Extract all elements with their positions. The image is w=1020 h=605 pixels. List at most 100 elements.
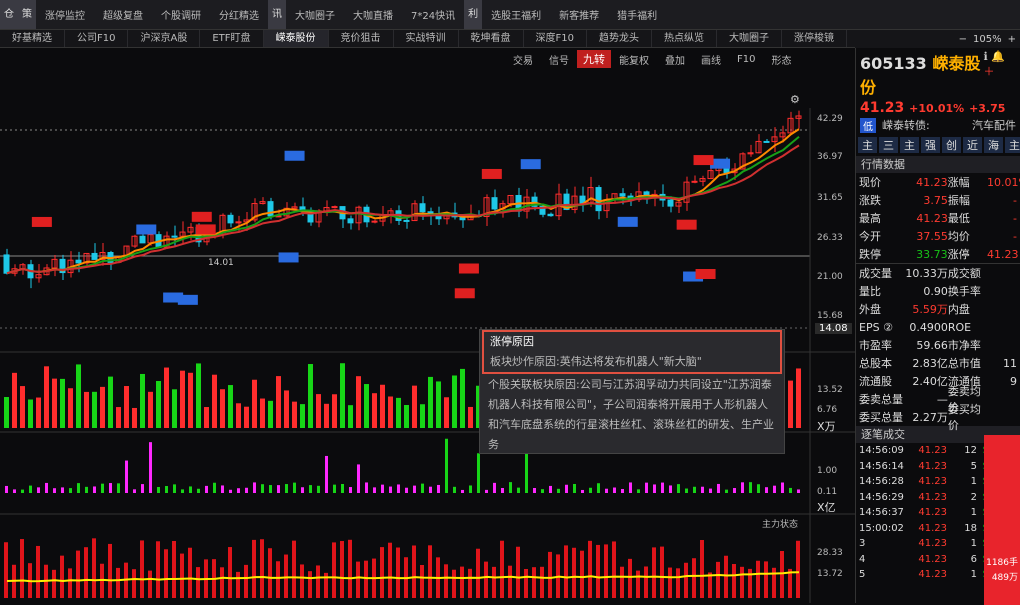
amount-bar [53, 488, 56, 493]
cell: 涨停 [947, 248, 970, 261]
tick-cell: 1 [970, 569, 977, 581]
main-bar [196, 567, 200, 598]
main-bar [380, 547, 384, 598]
price-axis-5: 21.00 [817, 272, 843, 282]
volume-bar [156, 380, 161, 428]
price-current-label: 14.08 [815, 323, 852, 334]
add-icon[interactable]: ＋ [984, 65, 995, 78]
main-bar [732, 564, 736, 598]
cell: 委买均价 [947, 403, 981, 432]
volume-bar [92, 391, 97, 428]
signal-tag [693, 155, 714, 166]
cell: 总市值 [947, 357, 981, 370]
main-bar [308, 571, 312, 598]
top-tab[interactable]: 7*24快讯 [402, 7, 464, 22]
cell: 涨跌 [859, 194, 881, 207]
cell: 0.4900 [909, 320, 948, 334]
main-bar [468, 568, 472, 598]
top-tab[interactable]: 猎手福利 [608, 7, 666, 22]
main-bar [292, 540, 296, 598]
bond-name[interactable]: 嵘泰转债: [882, 117, 930, 133]
letter-tab[interactable]: 近 [963, 137, 982, 153]
amount-bar [781, 482, 784, 493]
tick-cell: 41.23 [918, 445, 947, 457]
main-bar [612, 541, 616, 598]
amount-bar [125, 460, 128, 493]
main-bar [116, 567, 120, 598]
cell: — [936, 392, 948, 406]
volume-bar [68, 388, 73, 428]
sub-tab[interactable]: 好基精选 [0, 30, 65, 47]
sub-tab[interactable]: 深度F10 [524, 30, 587, 47]
sub-tab[interactable]: 实战特训 [394, 30, 459, 47]
main-bar [460, 566, 464, 598]
amount-bar [309, 485, 312, 493]
sub-tab[interactable]: 竞价狙击 [329, 30, 394, 47]
main-bar [596, 544, 600, 598]
cell: 委买总量 [859, 411, 903, 424]
cell: 现价 [859, 176, 881, 189]
letter-tab[interactable]: 主 [858, 137, 877, 153]
volume-bar [300, 404, 305, 428]
top-tab[interactable]: 超级复盘 [94, 7, 152, 22]
top-tab[interactable]: 新客推荐 [550, 7, 608, 22]
volume-bar [236, 403, 241, 428]
volume-bar [196, 363, 201, 428]
top-tab[interactable]: 策 [18, 0, 36, 29]
candle-body [331, 206, 338, 209]
letter-tab[interactable]: 三 [879, 137, 898, 153]
volume-bar [788, 380, 793, 428]
top-tab[interactable]: 选股王福利 [482, 7, 550, 22]
top-tab[interactable]: 利 [464, 0, 483, 29]
kline-chart[interactable]: ⚙ [0, 48, 855, 603]
signal-tag [617, 216, 638, 227]
sub-tab[interactable]: 趋势龙头 [587, 30, 652, 47]
sub-tab[interactable]: 公司F10 [65, 30, 129, 47]
bell-icon[interactable]: 🔔 [991, 50, 1005, 63]
amount-bar [461, 489, 464, 493]
tab-letters: 主三主强创近海主 [856, 136, 1020, 154]
letter-tab[interactable]: 创 [942, 137, 961, 153]
top-tab[interactable]: 个股调研 [152, 7, 210, 22]
sub-tab[interactable]: 嵘泰股份 [263, 30, 329, 47]
tick-cell: 15:00:02 [859, 522, 904, 534]
low-badge[interactable]: 低 [860, 117, 876, 133]
top-tab[interactable]: 分红精选 [210, 7, 268, 22]
amount-bar [61, 487, 64, 493]
info-icon[interactable]: ℹ [984, 50, 988, 63]
bond-line: 低 嵘泰转债: 汽车配件 [856, 116, 1020, 134]
sub-tab[interactable]: ETF盯盘 [200, 30, 264, 47]
cell: 2.40亿 [912, 375, 948, 388]
letter-tab[interactable]: 海 [984, 137, 1003, 153]
sector-name[interactable]: 汽车配件 [972, 117, 1016, 133]
top-tab[interactable]: 涨停监控 [36, 7, 94, 22]
main-bar [684, 562, 688, 598]
zoom-in-icon[interactable]: + [1008, 34, 1016, 45]
sub-tab[interactable]: 涨停梭镜 [782, 30, 847, 47]
top-tab[interactable]: 大咖直播 [344, 7, 402, 22]
main-bar [764, 561, 768, 598]
price-axis-4: 26.33 [817, 233, 843, 243]
zoom-out-icon[interactable]: − [959, 34, 967, 45]
volume-bar [404, 404, 409, 428]
top-tab[interactable]: 讯 [268, 0, 286, 29]
candle-body [763, 140, 770, 143]
top-tab[interactable]: 大咖圈子 [286, 7, 344, 22]
cell: 2.83亿 [912, 357, 948, 370]
letter-tab[interactable]: 主 [900, 137, 919, 153]
sub-tab[interactable]: 乾坤看盘 [459, 30, 524, 47]
amount-bar [293, 482, 296, 493]
letter-tab[interactable]: 主 [1005, 137, 1020, 153]
sub-tab[interactable]: 大咖圈子 [717, 30, 782, 47]
amount-bar [437, 484, 440, 493]
amount-bar [269, 485, 272, 493]
letter-tab[interactable]: 强 [921, 137, 940, 153]
main-bar [748, 568, 752, 598]
amount-bar [453, 486, 456, 493]
amount-bar [725, 489, 728, 493]
sub-tab[interactable]: 热点纵览 [652, 30, 717, 47]
volume-bar [292, 401, 297, 428]
top-tab[interactable]: 仓 [0, 0, 18, 29]
main-bar [620, 566, 624, 598]
sub-tab[interactable]: 沪深京A股 [128, 30, 201, 47]
